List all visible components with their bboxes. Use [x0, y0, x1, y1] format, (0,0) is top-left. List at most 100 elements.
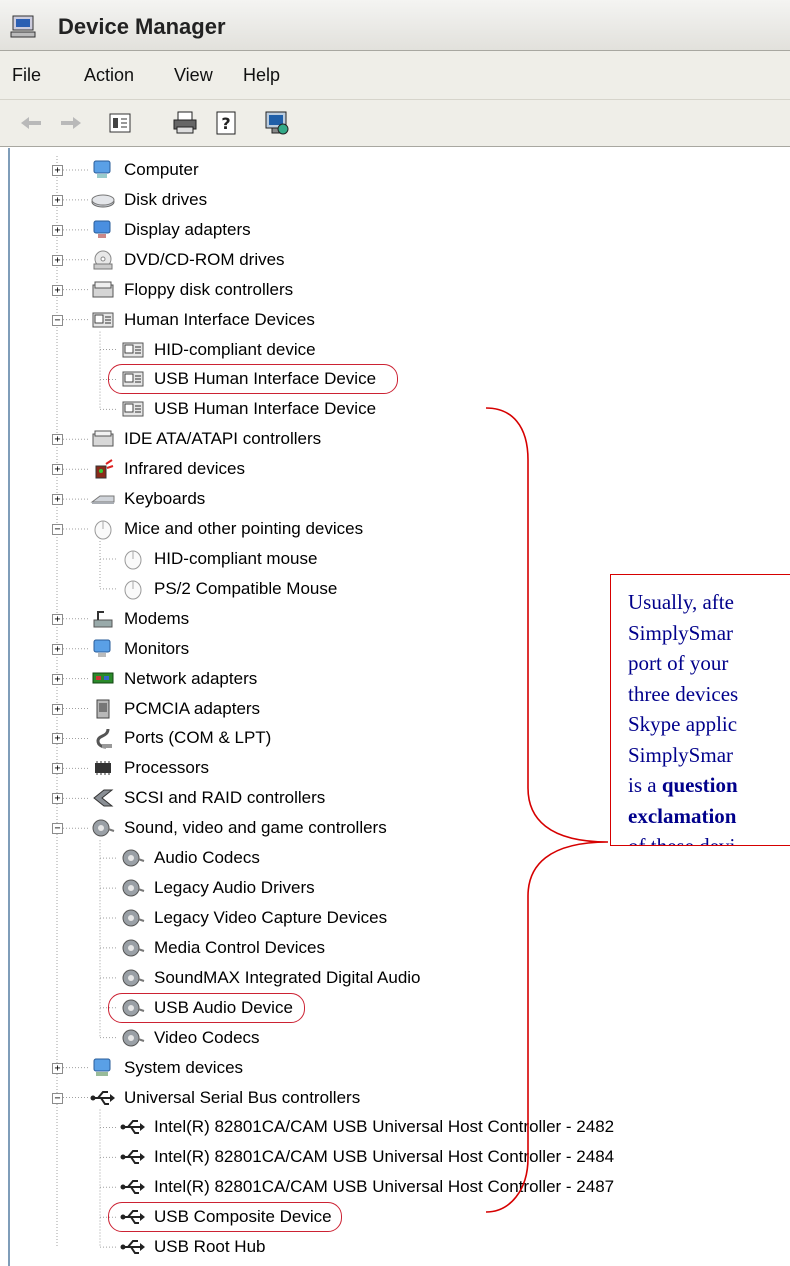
tree-device-hid-compliant-mouse[interactable]: HID-compliant mouse	[120, 547, 317, 571]
callout-line: of these devi	[628, 834, 736, 846]
tree-category-display-adapters[interactable]: Display adapters	[90, 218, 251, 242]
menu-view[interactable]: View	[174, 65, 213, 86]
tree-category-sound-video-and-game-controllers[interactable]: Sound, video and game controllers	[90, 816, 387, 840]
tree-category-ide-ata-atapi-controllers[interactable]: IDE ATA/ATAPI controllers	[90, 427, 321, 451]
collapse-icon[interactable]: −	[52, 1092, 63, 1104]
tree-category-dvd-cd-rom-drives[interactable]: DVD/CD-ROM drives	[90, 248, 285, 272]
floppy-controller-icon	[92, 281, 114, 298]
expand-icon[interactable]: +	[52, 434, 63, 446]
expand-icon[interactable]: +	[52, 165, 63, 176]
mouse-icon	[124, 550, 142, 570]
tree-item-label: Media Control Devices	[154, 937, 326, 957]
expand-icon[interactable]: +	[52, 284, 63, 296]
modem-icon	[93, 610, 113, 628]
callout-line: SimplySmar	[628, 742, 734, 767]
scan-hardware-icon[interactable]	[262, 108, 292, 138]
tree-category-keyboards[interactable]: Keyboards	[90, 487, 205, 511]
tree-item-label: SoundMAX Integrated Digital Audio	[154, 967, 421, 987]
tree-category-human-interface-devices[interactable]: Human Interface Devices	[90, 308, 315, 332]
tree-device-intel-r-82801ca-cam-usb-universal-host-controller-2484[interactable]: Intel(R) 82801CA/CAM USB Universal Host …	[120, 1145, 614, 1169]
expand-icon[interactable]: +	[52, 464, 63, 476]
tree-device-ps-2-compatible-mouse[interactable]: PS/2 Compatible Mouse	[120, 577, 337, 601]
usb-icon	[120, 1240, 145, 1255]
tree-category-network-adapters[interactable]: Network adapters	[90, 667, 257, 691]
expand-icon[interactable]: +	[52, 1062, 63, 1074]
tree-device-legacy-audio-drivers[interactable]: Legacy Audio Drivers	[120, 876, 315, 900]
expand-icon[interactable]: +	[52, 613, 63, 625]
mouse-icon	[124, 580, 142, 600]
expand-icon[interactable]: +	[52, 194, 63, 206]
expand-icon[interactable]: +	[52, 643, 63, 655]
expand-icon[interactable]: +	[52, 224, 63, 236]
callout-line: Usually, afte	[628, 590, 734, 614]
tree-category-scsi-and-raid-controllers[interactable]: SCSI and RAID controllers	[90, 786, 325, 810]
menu-action[interactable]: Action	[84, 65, 134, 86]
tree-category-computer[interactable]: Computer	[90, 158, 199, 182]
collapse-icon[interactable]: −	[52, 823, 63, 835]
tree-device-soundmax-integrated-digital-audio[interactable]: SoundMAX Integrated Digital Audio	[120, 966, 421, 990]
tree-category-ports-com-lpt[interactable]: Ports (COM & LPT)	[90, 726, 271, 750]
tree-item-label: Processors	[124, 758, 210, 778]
tree-category-pcmcia-adapters[interactable]: PCMCIA adapters	[90, 697, 260, 721]
collapse-icon[interactable]: −	[52, 524, 63, 536]
expand-icon[interactable]: +	[52, 673, 63, 685]
tree-item-label: SCSI and RAID controllers	[124, 788, 326, 808]
display-adapter-icon	[93, 220, 111, 238]
tree-item-label: Legacy Audio Drivers	[154, 878, 315, 898]
tree-category-monitors[interactable]: Monitors	[90, 637, 189, 661]
print-icon[interactable]	[170, 108, 200, 138]
tree-device-hid-compliant-device[interactable]: HID-compliant device	[120, 338, 316, 362]
callout-line: exclamation	[628, 803, 737, 828]
back-arrow-icon[interactable]	[16, 108, 46, 138]
help-icon[interactable]: ?	[212, 108, 242, 138]
forward-arrow-icon[interactable]	[56, 108, 86, 138]
tree-device-usb-human-interface-device[interactable]: USB Human Interface Device	[120, 397, 376, 421]
tree-item-label: Human Interface Devices	[124, 309, 315, 329]
tree-device-legacy-video-capture-devices[interactable]: Legacy Video Capture Devices	[120, 906, 387, 930]
tree-category-mice-and-other-pointing-devices[interactable]: Mice and other pointing devices	[90, 517, 363, 541]
tree-category-infrared-devices[interactable]: Infrared devices	[90, 457, 245, 481]
expand-icon[interactable]: +	[52, 254, 63, 266]
menu-file[interactable]: File	[12, 65, 41, 86]
menu-bar: File Action View Help	[0, 51, 790, 100]
properties-icon[interactable]	[105, 108, 135, 138]
callout-text: Usually, afte SimplySmar port of your three…	[628, 587, 790, 846]
title-bar: Device Manager	[0, 0, 790, 51]
tree-category-universal-serial-bus-controllers[interactable]: Universal Serial Bus controllers	[90, 1086, 360, 1110]
tree-item-label: Video Codecs	[154, 1027, 260, 1047]
disk-drive-icon	[91, 194, 115, 208]
tree-device-video-codecs[interactable]: Video Codecs	[120, 1026, 260, 1050]
sound-icon	[122, 879, 145, 897]
tree-device-usb-root-hub[interactable]: USB Root Hub	[120, 1235, 266, 1259]
highlight-oval	[108, 992, 305, 1023]
dvd-drive-icon	[93, 250, 113, 270]
highlight-oval	[108, 1202, 342, 1233]
tree-category-processors[interactable]: Processors	[90, 756, 209, 780]
highlight-oval	[108, 364, 398, 395]
tree-item-label: Mice and other pointing devices	[124, 519, 364, 539]
expand-icon[interactable]: +	[52, 494, 63, 506]
tree-item-label: USB Root Hub	[154, 1237, 266, 1257]
hid-icon	[122, 401, 144, 417]
tree-item-label: IDE ATA/ATAPI controllers	[124, 429, 322, 449]
menu-help[interactable]: Help	[243, 65, 280, 86]
tree-category-modems[interactable]: Modems	[90, 607, 189, 631]
usb-icon	[120, 1120, 145, 1135]
expand-icon[interactable]: +	[52, 733, 63, 745]
expand-icon[interactable]: +	[52, 703, 63, 715]
collapse-icon[interactable]: −	[52, 314, 63, 326]
usb-icon	[120, 1150, 145, 1165]
tree-device-intel-r-82801ca-cam-usb-universal-host-controller-2482[interactable]: Intel(R) 82801CA/CAM USB Universal Host …	[120, 1115, 614, 1139]
callout-line: three devices	[628, 681, 739, 706]
window-title: Device Manager	[58, 14, 226, 39]
tree-item-label: PCMCIA adapters	[124, 698, 261, 718]
tree-device-audio-codecs[interactable]: Audio Codecs	[120, 846, 260, 870]
expand-icon[interactable]: +	[52, 793, 63, 805]
sound-icon	[122, 909, 145, 927]
tree-device-intel-r-82801ca-cam-usb-universal-host-controller-2487[interactable]: Intel(R) 82801CA/CAM USB Universal Host …	[120, 1175, 614, 1199]
tree-category-floppy-disk-controllers[interactable]: Floppy disk controllers	[90, 278, 293, 302]
tree-category-disk-drives[interactable]: Disk drives	[90, 188, 207, 212]
tree-category-system-devices[interactable]: System devices	[90, 1056, 243, 1080]
expand-icon[interactable]: +	[52, 763, 63, 775]
tree-device-media-control-devices[interactable]: Media Control Devices	[120, 936, 325, 960]
